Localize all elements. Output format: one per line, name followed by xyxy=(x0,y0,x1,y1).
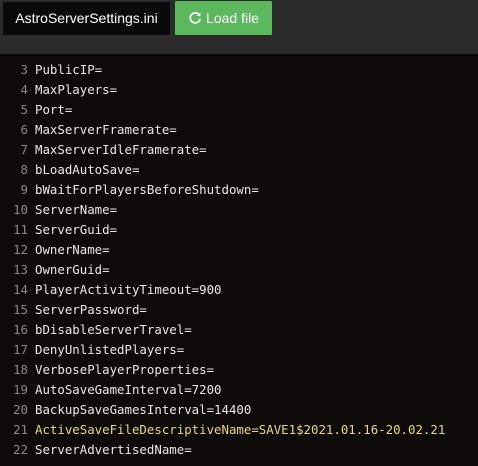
toolbar: AstroServerSettings.ini Load file xyxy=(0,0,478,54)
line-text: AutoSaveGameInterval=7200 xyxy=(35,382,222,397)
file-name-label: AstroServerSettings.ini xyxy=(15,10,158,26)
line-number: 13 xyxy=(13,262,28,277)
load-file-button[interactable]: Load file xyxy=(175,1,272,35)
code-line[interactable]: 4 MaxPlayers= xyxy=(0,80,478,100)
line-text: DenyUnlistedPlayers= xyxy=(35,342,185,357)
line-number: 8 xyxy=(20,162,28,177)
code-line[interactable]: 7 MaxServerIdleFramerate= xyxy=(0,140,478,160)
line-number: 22 xyxy=(13,442,28,457)
line-number: 10 xyxy=(13,202,28,217)
line-text: MaxServerIdleFramerate= xyxy=(35,142,207,157)
code-line[interactable]: 19 AutoSaveGameInterval=7200 xyxy=(0,380,478,400)
line-number: 11 xyxy=(13,222,28,237)
line-number: 5 xyxy=(20,102,28,117)
code-line[interactable]: 5 Port= xyxy=(0,100,478,120)
code-line[interactable]: 16 bDisableServerTravel= xyxy=(0,320,478,340)
line-number: 14 xyxy=(13,282,28,297)
code-line[interactable]: 3 PublicIP= xyxy=(0,60,478,80)
refresh-icon xyxy=(188,11,202,25)
code-line[interactable]: 10 ServerName= xyxy=(0,200,478,220)
code-line[interactable]: 15 ServerPassword= xyxy=(0,300,478,320)
line-number: 19 xyxy=(13,382,28,397)
load-file-label: Load file xyxy=(206,10,259,26)
line-number: 3 xyxy=(20,62,28,77)
line-text: ServerName= xyxy=(35,202,118,217)
code-line[interactable]: 17 DenyUnlistedPlayers= xyxy=(0,340,478,360)
code-line[interactable]: 8 bLoadAutoSave= xyxy=(0,160,478,180)
code-line[interactable]: 9 bWaitForPlayersBeforeShutdown= xyxy=(0,180,478,200)
line-text: bWaitForPlayersBeforeShutdown= xyxy=(35,182,259,197)
line-text: PublicIP= xyxy=(35,62,103,77)
file-name-tab[interactable]: AstroServerSettings.ini xyxy=(3,2,170,35)
code-line[interactable]: 22 ServerAdvertisedName= xyxy=(0,440,478,460)
line-number: 9 xyxy=(20,182,28,197)
code-line[interactable]: 14 PlayerActivityTimeout=900 xyxy=(0,280,478,300)
line-text: bLoadAutoSave= xyxy=(35,162,140,177)
line-number: 21 xyxy=(13,422,28,437)
line-text: ActiveSaveFileDescriptiveName=SAVE1$2021… xyxy=(35,422,446,437)
code-line[interactable]: 18 VerbosePlayerProperties= xyxy=(0,360,478,380)
line-text: Port= xyxy=(35,102,73,117)
line-text: ServerGuid= xyxy=(35,222,118,237)
line-number: 12 xyxy=(13,242,28,257)
line-number: 16 xyxy=(13,322,28,337)
code-line-highlighted[interactable]: 21 ActiveSaveFileDescriptiveName=SAVE1$20… xyxy=(0,420,478,440)
line-text: PlayerActivityTimeout=900 xyxy=(35,282,222,297)
line-text: ServerPassword= xyxy=(35,302,147,317)
line-text: VerbosePlayerProperties= xyxy=(35,362,215,377)
line-text: MaxPlayers= xyxy=(35,82,118,97)
code-line[interactable]: 20 BackupSaveGamesInterval=14400 xyxy=(0,400,478,420)
line-number: 18 xyxy=(13,362,28,377)
line-text: MaxServerFramerate= xyxy=(35,122,177,137)
line-number: 7 xyxy=(20,142,28,157)
line-number: 4 xyxy=(20,82,28,97)
line-number: 6 xyxy=(20,122,28,137)
line-text: OwnerName= xyxy=(35,242,110,257)
line-text: ServerAdvertisedName= xyxy=(35,442,192,457)
code-line[interactable]: 6 MaxServerFramerate= xyxy=(0,120,478,140)
code-line[interactable]: 12 OwnerName= xyxy=(0,240,478,260)
code-line[interactable]: 13 OwnerGuid= xyxy=(0,260,478,280)
line-number: 17 xyxy=(13,342,28,357)
line-text: BackupSaveGamesInterval=14400 xyxy=(35,402,252,417)
line-text: bDisableServerTravel= xyxy=(35,322,192,337)
line-number: 20 xyxy=(13,402,28,417)
line-number: 15 xyxy=(13,302,28,317)
code-editor[interactable]: 3 PublicIP= 4 MaxPlayers= 5 Port= 6 MaxServerFr… xyxy=(0,54,478,466)
code-line[interactable]: 11 ServerGuid= xyxy=(0,220,478,240)
line-text: OwnerGuid= xyxy=(35,262,110,277)
